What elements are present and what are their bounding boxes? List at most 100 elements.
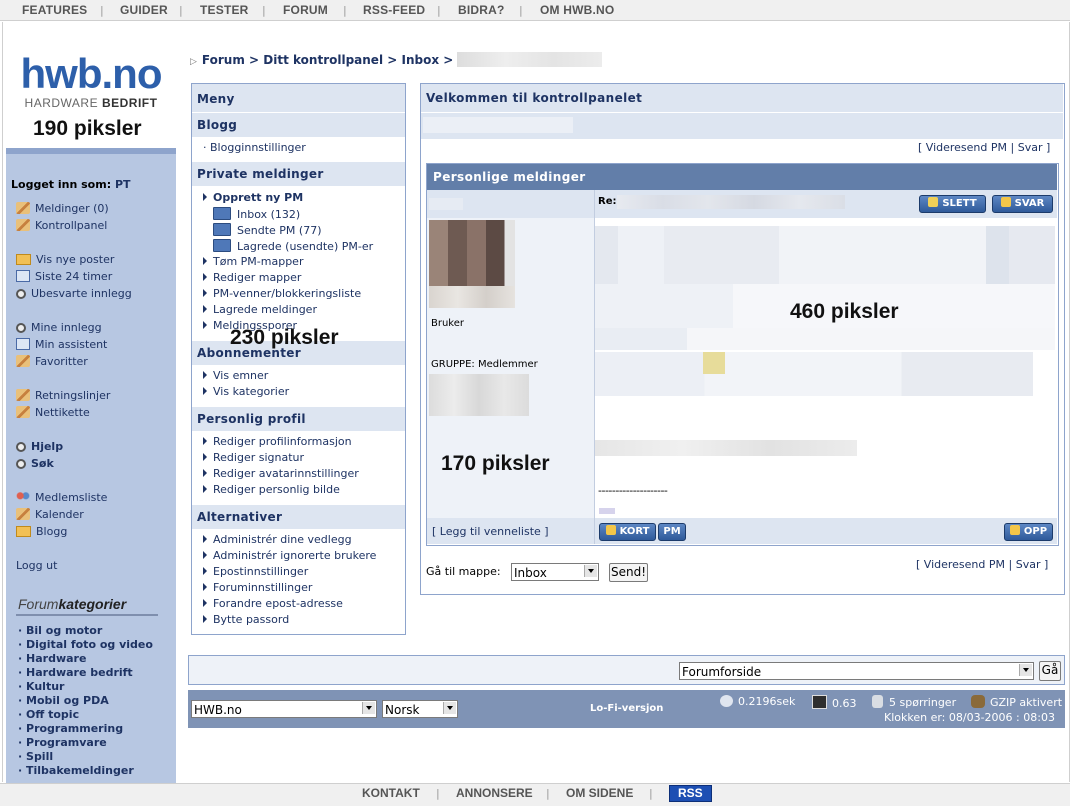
sidebar-link-blogg[interactable]: Blogg: [16, 525, 67, 538]
category-spill[interactable]: · Spill: [18, 750, 53, 763]
sidebar-link-retningslinjer[interactable]: Retningslinjer: [16, 389, 110, 402]
menu-item-epost-adresse[interactable]: Forandre epost-adresse: [203, 597, 343, 610]
menu-item-vis-kategorier[interactable]: Vis kategorier: [203, 385, 289, 398]
category-programvare[interactable]: · Programvare: [18, 736, 107, 749]
site-select[interactable]: HWB.no: [191, 700, 377, 718]
category-off-topic[interactable]: · Off topic: [18, 708, 79, 721]
menu-item-tom-pm-mapper[interactable]: Tøm PM-mapper: [203, 255, 303, 268]
menu-folder-lagrede[interactable]: Lagrede (usendte) PM-er: [213, 239, 373, 253]
lofi-version-link[interactable]: Lo-Fi-versjon: [590, 703, 663, 714]
sidebar-link-meldinger[interactable]: Meldinger (0): [16, 202, 109, 215]
sidebar-link-siste-24-timer[interactable]: Siste 24 timer: [16, 270, 112, 283]
main-title: Velkommen til kontrollpanelet: [421, 84, 1063, 112]
menu-item-rediger-bilde[interactable]: Rediger personlig bilde: [203, 483, 340, 496]
re-label: Re:: [598, 196, 617, 207]
arrow-right-icon: [203, 371, 207, 379]
forum-jump-go-button[interactable]: Gå: [1039, 661, 1061, 681]
pencil-icon: [16, 406, 30, 418]
menu-item-blogginnstillinger[interactable]: · Blogginnstillinger: [203, 141, 306, 154]
nav-tester[interactable]: TESTER: [200, 3, 249, 17]
category-programmering[interactable]: · Programmering: [18, 722, 123, 735]
send-button[interactable]: Send!: [609, 563, 648, 582]
footer-annonsere[interactable]: ANNONSERE: [456, 786, 533, 800]
profile-card-button[interactable]: KORT: [599, 523, 656, 541]
breadcrumb-inbox[interactable]: Inbox: [402, 53, 440, 67]
add-to-friends-link[interactable]: [ Legg til venneliste ]: [432, 525, 549, 538]
menu-item-rediger-signatur[interactable]: Rediger signatur: [203, 451, 304, 464]
arrow-right-icon: [203, 567, 207, 575]
footer-kontakt[interactable]: KONTAKT: [362, 786, 420, 800]
footer-om-sidene[interactable]: OM SIDENE: [566, 786, 633, 800]
annotation-sender-width: 170 piksler: [441, 452, 550, 475]
delete-button[interactable]: SLETT: [919, 195, 986, 213]
reply-button[interactable]: SVAR: [992, 195, 1053, 213]
sidebar-link-hjelp[interactable]: Hjelp: [16, 440, 63, 453]
breadcrumb-control-panel[interactable]: Ditt kontrollpanel: [263, 53, 383, 67]
reply-link-top[interactable]: Svar: [1018, 141, 1043, 154]
menu-item-opprett-ny-pm[interactable]: Opprett ny PM: [203, 191, 303, 204]
nav-guider[interactable]: GUIDER: [120, 3, 168, 17]
monitor-icon: [812, 695, 827, 709]
sidebar-link-min-assistent[interactable]: Min assistent: [16, 338, 107, 351]
forward-pm-link-top[interactable]: Videresend PM: [926, 141, 1007, 154]
sidebar-link-favoritter[interactable]: Favoritter: [16, 355, 88, 368]
menu-title: Meny: [192, 84, 405, 112]
menu-item-rediger-profil[interactable]: Rediger profilinformasjon: [203, 435, 352, 448]
breadcrumb: ▷ Forum > Ditt kontrollpanel > Inbox >: [190, 52, 603, 67]
site-logo[interactable]: hwb.no HARDWARE BEDRIFT: [6, 52, 176, 111]
menu-item-foruminnstillinger[interactable]: Foruminnstillinger: [203, 581, 312, 594]
database-icon: [872, 695, 883, 708]
nav-rss-feed[interactable]: RSS-FEED: [363, 3, 425, 17]
menu-item-pm-venner[interactable]: PM-venner/blokkeringsliste: [203, 287, 361, 300]
menu-item-vis-emner[interactable]: Vis emner: [203, 369, 268, 382]
logged-in-user[interactable]: PT: [115, 178, 131, 191]
nav-features[interactable]: FEATURES: [22, 3, 87, 17]
send-pm-button[interactable]: PM: [658, 523, 686, 541]
logged-in-label: Logget inn som:: [11, 178, 112, 191]
sidebar-link-nettikette[interactable]: Nettikette: [16, 406, 90, 419]
sidebar-link-ubesvarte[interactable]: Ubesvarte innlegg: [16, 287, 132, 300]
menu-item-epostinnstillinger[interactable]: Epostinnstillinger: [203, 565, 308, 578]
menu-folder-sendte[interactable]: Sendte PM (77): [213, 223, 321, 237]
scroll-up-button[interactable]: OPP: [1004, 523, 1053, 541]
sidebar-link-sok[interactable]: Søk: [16, 457, 54, 470]
category-bil-og-motor[interactable]: · Bil og motor: [18, 624, 102, 637]
envelope-icon: [16, 254, 31, 265]
sidebar-link-kalender[interactable]: Kalender: [16, 508, 84, 521]
redacted-user-info: [429, 374, 529, 416]
sidebar-link-kontrollpanel[interactable]: Kontrollpanel: [16, 219, 107, 232]
menu-item-rediger-avatar[interactable]: Rediger avatarinnstillinger: [203, 467, 359, 480]
category-kultur[interactable]: · Kultur: [18, 680, 64, 693]
forum-jump-select[interactable]: Forumforside: [679, 662, 1034, 680]
category-mobil-og-pda[interactable]: · Mobil og PDA: [18, 694, 109, 707]
sidebar-link-mine-innlegg[interactable]: Mine innlegg: [16, 321, 102, 334]
forward-pm-link-bottom[interactable]: Videresend PM: [924, 558, 1005, 571]
menu-item-lagrede-meldinger[interactable]: Lagrede meldinger: [203, 303, 317, 316]
reply-link-bottom[interactable]: Svar: [1016, 558, 1041, 571]
category-hardware-bedrift[interactable]: · Hardware bedrift: [18, 666, 133, 679]
nav-forum[interactable]: FORUM: [283, 3, 328, 17]
language-select[interactable]: Norsk: [382, 700, 458, 718]
category-tilbakemeldinger[interactable]: · Tilbakemeldinger: [18, 764, 134, 777]
arrow-right-icon: [203, 387, 207, 395]
footer-rss-button[interactable]: RSS: [669, 785, 712, 802]
menu-item-rediger-mapper[interactable]: Rediger mapper: [203, 271, 301, 284]
goto-folder-select[interactable]: Inbox: [511, 563, 599, 581]
sidebar-link-medlemsliste[interactable]: Medlemsliste: [16, 491, 107, 504]
menu-folder-inbox[interactable]: Inbox (132): [213, 207, 300, 221]
arrow-right-icon: [203, 615, 207, 623]
sidebar-link-vis-nye-poster[interactable]: Vis nye poster: [16, 253, 114, 266]
category-hardware[interactable]: · Hardware: [18, 652, 86, 665]
annotation-message-width: 460 piksler: [790, 300, 899, 323]
breadcrumb-forum[interactable]: Forum: [202, 53, 245, 67]
sidebar-link-logg-ut[interactable]: Logg ut: [16, 559, 57, 572]
pencil-icon: [16, 508, 30, 520]
nav-bidra[interactable]: BIDRA?: [458, 3, 505, 17]
breadcrumb-redacted: [457, 52, 603, 67]
menu-item-vedlegg[interactable]: Administrér dine vedlegg: [203, 533, 352, 546]
category-digital-foto[interactable]: · Digital foto og video: [18, 638, 153, 651]
menu-item-bytte-passord[interactable]: Bytte passord: [203, 613, 289, 626]
footer-navigation: KONTAKT | ANNONSERE | OM SIDENE | RSS: [0, 783, 1070, 806]
menu-item-ignorerte[interactable]: Administrér ignorerte brukere: [203, 549, 376, 562]
nav-om-hwb[interactable]: OM HWB.NO: [540, 3, 614, 17]
